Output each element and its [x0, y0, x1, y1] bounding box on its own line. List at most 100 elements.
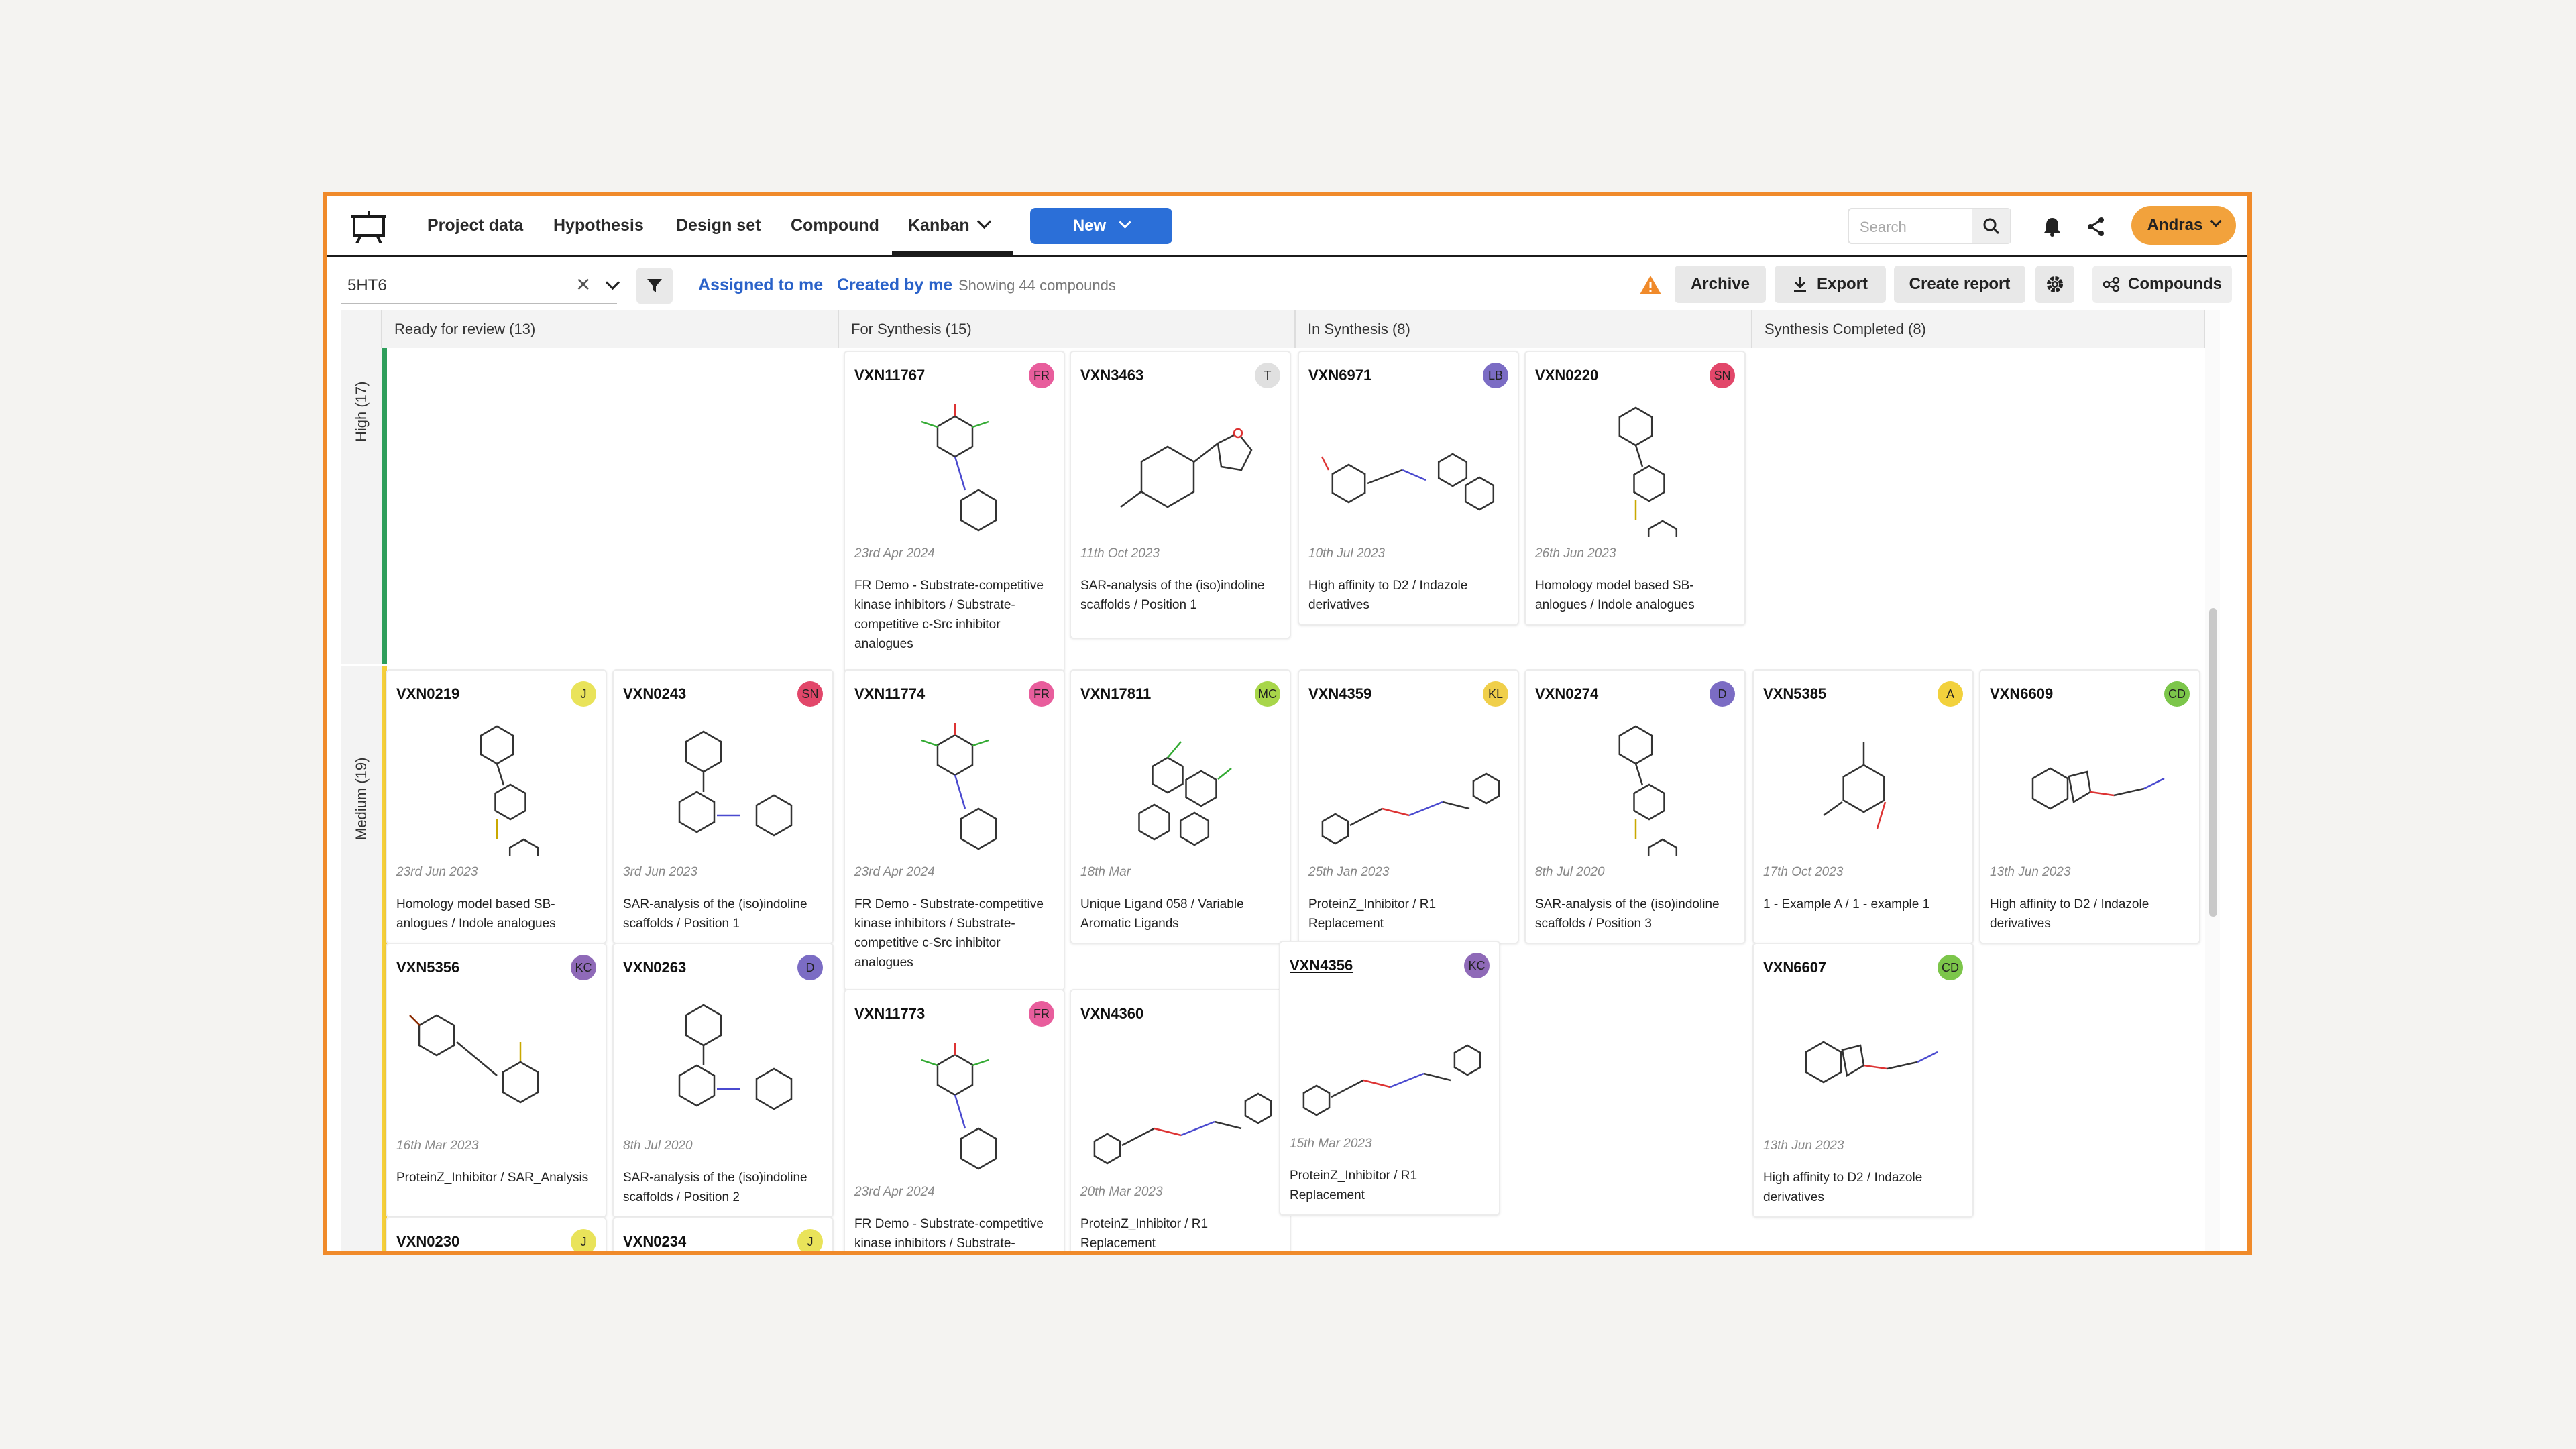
chevron-down-icon[interactable]	[605, 275, 620, 290]
structure-image[interactable]	[1308, 396, 1510, 537]
structure-image[interactable]	[1763, 715, 1964, 856]
new-button[interactable]: New	[1030, 208, 1172, 244]
settings-button[interactable]	[2035, 266, 2074, 303]
compound-id[interactable]: VXN0263	[623, 959, 686, 976]
compound-card[interactable]: VXN11773 FR 23rd Apr 2024 FR Demo - Substra…	[844, 989, 1065, 1251]
compound-card[interactable]: VXN6971 LB 10th Jul 2023 High affinity to D…	[1298, 351, 1519, 626]
assignee-avatar[interactable]: D	[1710, 681, 1735, 707]
compound-card[interactable]: VXN0234 J	[612, 1217, 834, 1251]
compound-id[interactable]: VXN5385	[1763, 685, 1826, 703]
filter-button[interactable]	[636, 268, 673, 304]
user-menu-button[interactable]: Andras	[2131, 206, 2236, 245]
compound-id[interactable]: VXN5356	[396, 959, 459, 976]
compound-id[interactable]: VXN0243	[623, 685, 686, 703]
nav-design-set[interactable]: Design set	[676, 196, 761, 255]
structure-image[interactable]	[1535, 396, 1736, 537]
structure-image[interactable]	[1535, 715, 1736, 856]
assignee-avatar[interactable]: KC	[1464, 953, 1490, 978]
compound-id[interactable]: VXN6971	[1308, 367, 1371, 384]
structure-image[interactable]	[396, 715, 598, 856]
assignee-avatar[interactable]: FR	[1029, 363, 1054, 388]
compound-id[interactable]: VXN3463	[1080, 367, 1143, 384]
structure-image[interactable]	[623, 715, 824, 856]
compound-id[interactable]: VXN0220	[1535, 367, 1598, 384]
structure-image[interactable]	[1290, 986, 1491, 1127]
assignee-avatar[interactable]: FR	[1029, 1001, 1054, 1027]
compound-card[interactable]: VXN11767 FR 23rd Apr 2024 FR Demo - Substra…	[844, 351, 1065, 673]
compound-card[interactable]: VXN11774 FR 23rd Apr 2024 FR Demo - Substra…	[844, 669, 1065, 991]
assignee-avatar[interactable]: SN	[797, 681, 823, 707]
row-label-high[interactable]: High (17)	[341, 348, 382, 664]
assignee-avatar[interactable]: T	[1255, 363, 1280, 388]
compounds-toggle-button[interactable]: Compounds	[2092, 266, 2232, 303]
search-button[interactable]	[1972, 209, 2010, 243]
compound-card[interactable]: VXN0243 SN 3rd Jun 2023 SAR-analysis of the…	[612, 669, 834, 944]
assignee-avatar[interactable]: J	[571, 681, 596, 707]
assignee-avatar[interactable]: SN	[1710, 363, 1735, 388]
structure-image[interactable]	[1080, 396, 1282, 537]
assignee-avatar[interactable]: LB	[1483, 363, 1508, 388]
compound-id[interactable]: VXN6607	[1763, 959, 1826, 976]
assignee-avatar[interactable]: FR	[1029, 681, 1054, 707]
structure-image[interactable]	[1080, 715, 1282, 856]
compound-id[interactable]: VXN11773	[854, 1005, 925, 1023]
vertical-scrollbar[interactable]	[2205, 310, 2220, 1251]
compound-card[interactable]: VXN0220 SN 26th Jun 2023 Homology model bas…	[1524, 351, 1746, 626]
compound-card[interactable]: VXN5356 KC 16th Mar 2023 ProteinZ_Inhibitor…	[386, 943, 607, 1218]
search-box[interactable]: Search	[1848, 208, 2011, 244]
structure-image[interactable]	[1308, 715, 1510, 856]
compound-id[interactable]: VXN11767	[854, 367, 925, 384]
compound-id[interactable]: VXN4359	[1308, 685, 1371, 703]
clear-icon[interactable]: ✕	[575, 274, 591, 296]
created-by-me-link[interactable]: Created by me	[837, 276, 952, 295]
compound-card[interactable]: VXN3463 T 11th Oct 2023 SAR-analysis of the…	[1070, 351, 1291, 639]
compound-id[interactable]: VXN4360	[1080, 1005, 1143, 1023]
easel-logo-icon[interactable]	[351, 211, 386, 243]
compound-card[interactable]: VXN0274 D 8th Jul 2020 SAR-analysis of the …	[1524, 669, 1746, 944]
structure-image[interactable]	[1080, 1035, 1282, 1175]
nav-kanban[interactable]: Kanban	[892, 196, 1013, 255]
compound-id[interactable]: VXN0274	[1535, 685, 1598, 703]
nav-hypothesis[interactable]: Hypothesis	[553, 196, 644, 255]
row-label-medium[interactable]: Medium (19)	[341, 666, 382, 1251]
assignee-avatar[interactable]: MC	[1255, 681, 1280, 707]
compound-id[interactable]: VXN0234	[623, 1233, 686, 1251]
structure-image[interactable]	[623, 988, 824, 1129]
export-button[interactable]: Export	[1775, 266, 1886, 303]
structure-image[interactable]	[1990, 715, 2191, 856]
scrollbar-thumb[interactable]	[2209, 608, 2217, 917]
compound-card[interactable]: VXN17811 MC 18th Mar Unique Ligand 058 / Va…	[1070, 669, 1291, 944]
warning-icon[interactable]	[1639, 275, 1662, 295]
compound-card[interactable]: VXN0263 D 8th Jul 2020 SAR-analysis of the …	[612, 943, 834, 1218]
assigned-to-me-link[interactable]: Assigned to me	[698, 276, 823, 295]
structure-image[interactable]	[854, 1035, 1056, 1175]
structure-image[interactable]	[854, 396, 1056, 537]
assignee-avatar[interactable]: CD	[2164, 681, 2190, 707]
compound-card[interactable]: VXN4356 KC 15th Mar 2023 ProteinZ_Inhibitor…	[1279, 941, 1500, 1216]
compound-card[interactable]: VXN0219 J 23rd Jun 2023 Homology model base…	[386, 669, 607, 944]
assignee-avatar[interactable]: J	[797, 1229, 823, 1251]
assignee-avatar[interactable]: KL	[1483, 681, 1508, 707]
structure-image[interactable]	[1763, 988, 1964, 1129]
project-select[interactable]: 5HT6 ✕	[341, 266, 620, 304]
assignee-avatar[interactable]: A	[1938, 681, 1963, 707]
compound-id[interactable]: VXN11774	[854, 685, 925, 703]
compound-card[interactable]: VXN4360 20th Mar 2023 ProteinZ_Inhibitor /…	[1070, 989, 1291, 1251]
assignee-avatar[interactable]: CD	[1938, 955, 1963, 980]
assignee-avatar[interactable]: KC	[571, 955, 596, 980]
compound-card[interactable]: VXN6607 CD 13th Jun 2023 High affinity to D…	[1752, 943, 1974, 1218]
compound-id[interactable]: VXN0230	[396, 1233, 459, 1251]
compound-id[interactable]: VXN6609	[1990, 685, 2053, 703]
compound-id[interactable]: VXN4356	[1290, 957, 1353, 974]
structure-image[interactable]	[396, 988, 598, 1129]
assignee-avatar[interactable]: J	[571, 1229, 596, 1251]
compound-card[interactable]: VXN6609 CD 13th Jun 2023 High affinity to D…	[1979, 669, 2200, 944]
share-button[interactable]	[2080, 211, 2111, 242]
assignee-avatar[interactable]: D	[797, 955, 823, 980]
create-report-button[interactable]: Create report	[1894, 266, 2025, 303]
nav-project-data[interactable]: Project data	[427, 196, 523, 255]
compound-id[interactable]: VXN0219	[396, 685, 459, 703]
structure-image[interactable]	[854, 715, 1056, 856]
nav-compound[interactable]: Compound	[791, 196, 879, 255]
compound-id[interactable]: VXN17811	[1080, 685, 1151, 703]
